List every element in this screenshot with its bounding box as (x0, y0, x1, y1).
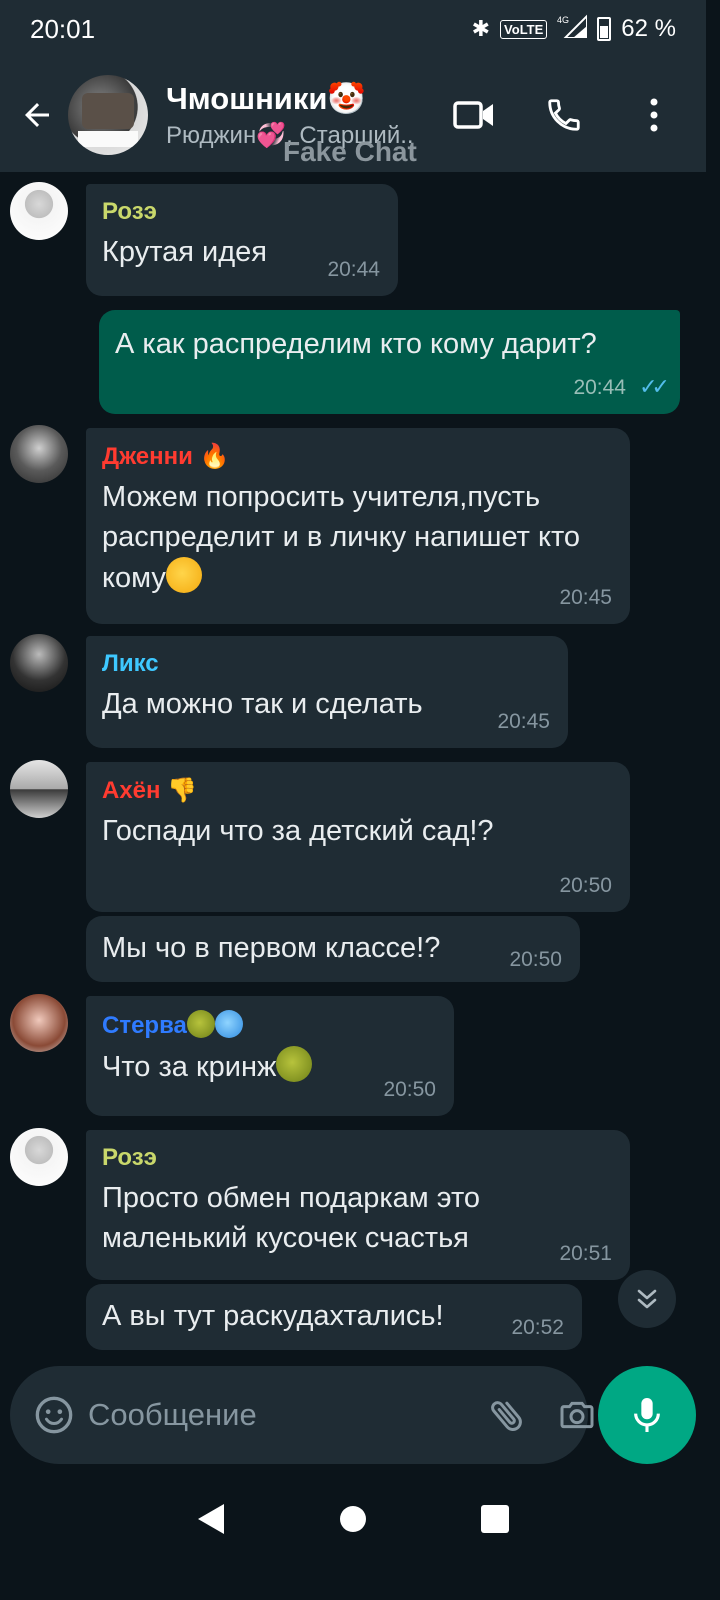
battery-icon (597, 17, 612, 41)
message-input[interactable] (88, 1397, 487, 1433)
scroll-to-bottom-button[interactable] (618, 1270, 676, 1328)
message-bubble[interactable]: Ликс Да можно так и сделать 20:45 (86, 636, 568, 748)
volte-badge: VoLTE (500, 19, 548, 39)
sender-name: Ликс (102, 650, 159, 677)
nauseated-face-icon (186, 1010, 215, 1038)
emoji-button[interactable] (34, 1392, 74, 1438)
nauseated-face-emoji-icon (276, 1046, 313, 1082)
sender-name: Стерва (102, 1010, 438, 1040)
status-icons: ✱ VoLTE 4G 62 % (471, 13, 676, 45)
voice-message-button[interactable] (598, 1366, 696, 1464)
message-time: 20:50 (383, 1078, 436, 1101)
sender-name: Розэ (102, 198, 157, 225)
message-time: 20:52 (511, 1316, 564, 1339)
more-vertical-icon (650, 98, 658, 132)
message-text: Мы чо в первом классе!? (102, 932, 441, 964)
message-text: А вы тут раскудахтались! (102, 1300, 444, 1332)
grinning-sweat-emoji-icon (165, 557, 202, 593)
sender-name: Розэ (102, 1144, 157, 1171)
video-camera-icon (453, 101, 493, 129)
group-title: Чмошники🤡 (166, 81, 367, 116)
double-chevron-down-icon (637, 1289, 657, 1309)
avatar[interactable] (10, 994, 68, 1052)
avatar[interactable] (10, 425, 68, 483)
avatar[interactable] (10, 634, 68, 692)
message-bubble[interactable]: Розэ Просто обмен подаркам это маленький… (86, 1130, 630, 1280)
message-time: 20:51 (559, 1242, 612, 1265)
message-time: 20:44 (327, 258, 380, 281)
sender-name-text: Стерва (102, 1012, 187, 1039)
message-time: 20:45 (497, 710, 550, 733)
message-time: 20:45 (559, 586, 612, 609)
avatar[interactable] (10, 760, 68, 818)
battery-level: 62 % (621, 15, 676, 42)
avatar[interactable] (10, 1128, 68, 1186)
message-bubble[interactable]: Стерва Что за кринж 20:50 (86, 996, 454, 1116)
nav-recents-button[interactable] (480, 1504, 510, 1539)
phone-icon (548, 99, 580, 131)
message-text: Госпади что за детский сад!? (102, 815, 494, 847)
message-time: 20:44 (573, 376, 626, 399)
sender-name: Ахён 👎 (102, 776, 614, 805)
fire-icon: 🔥 (199, 443, 230, 470)
microphone-icon (634, 1398, 660, 1432)
message-bubble[interactable]: Мы чо в первом классе!? 20:50 (86, 916, 580, 982)
sender-name-text: Ахён (102, 777, 161, 804)
system-navigation-bar (0, 1474, 706, 1568)
message-time: 20:50 (559, 874, 612, 897)
nav-home-button[interactable] (338, 1504, 368, 1539)
message-text: Да можно так и сделать (102, 688, 423, 720)
message-bubble[interactable]: Розэ Крутая идея 20:44 (86, 184, 398, 296)
square-recents-icon (481, 1504, 509, 1533)
sender-name-text: Дженни (102, 443, 193, 470)
fake-chat-watermark: Fake Chat (283, 136, 417, 167)
avatar[interactable] (10, 182, 68, 240)
sender-name: Дженни 🔥 (102, 442, 614, 471)
message-text: А как распределим кто кому дарит? (115, 328, 597, 360)
bluetooth-icon: ✱ (471, 16, 491, 41)
message-composer (10, 1366, 594, 1464)
attach-button[interactable] (487, 1392, 527, 1438)
message-text: Просто обмен подаркам это маленький кусо… (102, 1182, 481, 1254)
message-text: Можем попросить учителя,пусть распредели… (102, 477, 602, 598)
read-receipt-icon: ✓✓ (639, 374, 670, 399)
smiley-icon (35, 1396, 73, 1434)
voice-call-button[interactable] (542, 93, 586, 137)
arrow-left-icon (25, 103, 49, 127)
camera-icon (560, 1401, 594, 1429)
more-options-button[interactable] (632, 93, 676, 137)
status-time: 20:01 (30, 13, 96, 44)
message-list[interactable]: Розэ Крутая идея 20:44 А как распределим… (0, 172, 706, 1360)
signal-icon: 4G (557, 13, 589, 45)
camera-button[interactable] (557, 1392, 597, 1438)
group-avatar[interactable] (68, 75, 148, 155)
message-text-body: Что за кринж (102, 1051, 277, 1083)
message-time: 20:50 (509, 948, 562, 971)
status-bar: 20:01 ✱ VoLTE 4G 62 % (0, 0, 706, 58)
triangle-back-icon (198, 1503, 224, 1534)
message-bubble-outgoing[interactable]: А как распределим кто кому дарит? 20:44 … (99, 310, 680, 414)
message-bubble[interactable]: Ахён 👎 Госпади что за детский сад!? 20:5… (86, 762, 630, 912)
message-bubble[interactable]: Дженни 🔥 Можем попросить учителя,пусть р… (86, 428, 630, 624)
back-button[interactable] (6, 84, 68, 146)
video-call-button[interactable] (452, 93, 496, 137)
header-actions (452, 93, 676, 137)
signal-label: 4G (557, 15, 569, 25)
paperclip-icon (491, 1401, 522, 1432)
cold-face-icon (214, 1010, 243, 1038)
nav-back-button[interactable] (196, 1502, 226, 1541)
circle-home-icon (340, 1505, 366, 1532)
thumbs-down-icon: 👎 (167, 777, 198, 804)
message-bubble[interactable]: А вы тут раскудахтались! 20:52 (86, 1284, 582, 1350)
